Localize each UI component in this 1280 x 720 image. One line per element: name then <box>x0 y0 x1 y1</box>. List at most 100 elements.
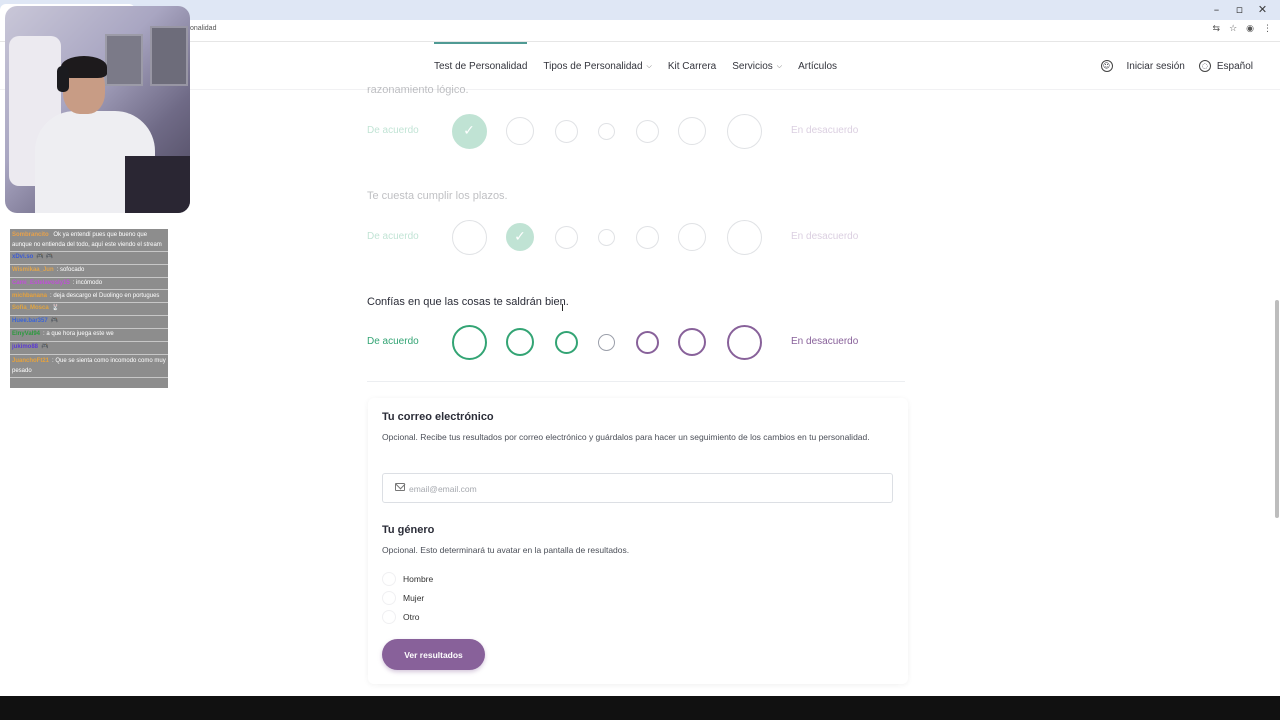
language-label: Español <box>1216 60 1253 72</box>
webcam-plaque <box>150 26 188 86</box>
likert-option-6[interactable] <box>678 328 706 356</box>
nav-link-servicios[interactable]: Servicios ⌵ <box>732 42 782 90</box>
gender-option-label: Otro <box>403 612 420 622</box>
likert-option-5[interactable] <box>635 225 659 249</box>
maximize-icon[interactable]: ▫ <box>1228 2 1251 18</box>
chat-message: Wismikaa_Jun: sofocado <box>10 265 168 278</box>
gender-option-mujer[interactable]: Mujer <box>382 591 424 605</box>
headset-icon <box>57 66 69 92</box>
gender-option-label: Mujer <box>403 593 425 603</box>
likert-option-5[interactable] <box>635 330 659 354</box>
likert-option-4[interactable] <box>597 122 615 140</box>
likert-option-1[interactable] <box>451 324 487 360</box>
chat-username: Sofia_Mosca <box>12 305 49 312</box>
language-selector[interactable]: ◌ Español <box>1198 60 1253 72</box>
gender-section-description: Opcional. Esto determinará tu avatar en … <box>382 545 630 555</box>
nav-link-label: Tipos de Personalidad <box>543 60 643 72</box>
chat-username: Wismikaa_Jun <box>12 266 54 273</box>
chat-message: Huee.bar357 🎮 <box>10 316 168 329</box>
star-icon[interactable]: ☆ <box>1229 24 1237 34</box>
nav-links: Test de Personalidad Tipos de Personalid… <box>434 42 853 90</box>
close-icon[interactable]: ✕ <box>1251 2 1274 18</box>
menu-icon[interactable]: ⋮ <box>1263 24 1272 34</box>
window-controls: – ▫ ✕ <box>1205 2 1274 18</box>
webcam-overlay <box>5 6 190 213</box>
radio-button[interactable] <box>382 591 396 605</box>
nav-link-articulos[interactable]: Artículos <box>798 42 837 90</box>
chat-message: michbanana: deja descargo el Duolingo en… <box>10 290 168 304</box>
section-divider <box>367 381 905 382</box>
question-text: Confías en que las cosas te saldrán bien… <box>367 296 569 308</box>
translate-icon[interactable]: ⇆ <box>1213 24 1221 34</box>
likert-option-1[interactable] <box>451 219 487 255</box>
login-label: Iniciar sesión <box>1126 60 1185 72</box>
nav-link-kit[interactable]: Kit Carrera <box>668 42 716 90</box>
likert-option-7[interactable] <box>726 219 762 255</box>
likert-option-2[interactable]: ✓ <box>506 223 534 251</box>
webcam-plaque <box>105 34 143 86</box>
nav-right: ☺ Iniciar sesión ◌ Español <box>1100 42 1253 90</box>
likert-option-4[interactable] <box>597 228 615 246</box>
globe-icon: ◌ <box>1198 60 1211 72</box>
likert-option-2[interactable] <box>506 117 534 145</box>
disagree-label: En desacuerdo <box>791 231 859 242</box>
site-navbar: Test de Personalidad Tipos de Personalid… <box>0 42 1280 90</box>
nav-link-label: Kit Carrera <box>667 60 717 72</box>
browser-titlebar: – ▫ ✕ <box>0 0 1280 20</box>
chat-username: Huee.bar357 <box>12 318 48 325</box>
likert-option-7[interactable] <box>726 113 762 149</box>
nav-link-test[interactable]: Test de Personalidad <box>434 42 528 90</box>
email-input[interactable] <box>409 481 879 497</box>
likert-option-1[interactable]: ✓ <box>451 113 487 149</box>
chat-message: ElnyVal94: a que hora juega este we <box>10 329 168 342</box>
minimize-icon[interactable]: – <box>1205 2 1228 18</box>
address-bar[interactable]: onalidad ⇆ ☆ ◉ ⋮ <box>0 20 1280 42</box>
disagree-label: En desacuerdo <box>791 336 859 347</box>
chat-message: Cami_Estelavosly15: incómodo <box>10 278 168 291</box>
webcam-desk <box>125 156 190 213</box>
taskbar <box>0 696 1280 720</box>
nav-link-label: Artículos <box>798 60 838 72</box>
likert-option-3[interactable] <box>554 119 578 143</box>
nav-link-label: Servicios <box>732 60 773 72</box>
agree-label: De acuerdo <box>367 336 419 347</box>
chat-text: 🐰 <box>51 305 60 312</box>
gender-option-label: Hombre <box>403 574 434 584</box>
accessibility-icon[interactable]: ☺ <box>1100 60 1113 72</box>
chat-message: JuanchoFt21: Que se sienta como incomodo… <box>10 355 168 378</box>
login-link[interactable]: Iniciar sesión <box>1127 61 1185 72</box>
likert-option-3[interactable] <box>554 225 578 249</box>
url-text[interactable]: onalidad <box>190 25 216 32</box>
email-section-description: Opcional. Recibe tus resultados por corr… <box>382 432 870 442</box>
likert-option-6[interactable] <box>678 117 706 145</box>
see-results-button[interactable]: Ver resultados <box>382 639 485 670</box>
question-text: Te cuesta cumplir los plazos. <box>367 190 508 202</box>
likert-option-5[interactable] <box>635 119 659 143</box>
mail-icon <box>395 483 405 491</box>
chat-text: : sofocado <box>56 266 85 273</box>
chat-text: : a que hora juega este we <box>43 330 114 337</box>
likert-option-6[interactable] <box>678 223 706 251</box>
email-section-title: Tu correo electrónico <box>382 411 494 423</box>
likert-option-3[interactable] <box>554 330 578 354</box>
gender-option-hombre[interactable]: Hombre <box>382 572 433 586</box>
chat-username: xDvi.so <box>12 254 34 260</box>
page-scrollbar[interactable] <box>1275 300 1279 518</box>
nav-link-tipos[interactable]: Tipos de Personalidad ⌵ <box>543 42 651 90</box>
likert-option-4[interactable] <box>597 333 615 351</box>
likert-option-2[interactable] <box>506 328 534 356</box>
chevron-down-icon: ⌵ <box>646 61 652 70</box>
chat-message: Sombrancito Ok ya entendí pues que bueno… <box>10 229 168 252</box>
radio-button[interactable] <box>382 610 396 624</box>
chat-message: Sofia_Mosca 🐰 <box>10 303 168 317</box>
question-text: razonamiento lógico. <box>367 84 469 96</box>
address-bar-icons: ⇆ ☆ ◉ ⋮ <box>1213 24 1272 34</box>
likert-option-7[interactable] <box>726 324 762 360</box>
email-field[interactable] <box>382 473 893 503</box>
profile-icon[interactable]: ◉ <box>1246 24 1254 34</box>
radio-button[interactable] <box>382 572 396 586</box>
chat-username: jukimo88 <box>12 343 39 350</box>
gender-option-otro[interactable]: Otro <box>382 610 420 624</box>
chat-username: Cami_Estelavosly15 <box>12 279 70 286</box>
chat-username: JuanchoFt21 <box>12 357 50 364</box>
